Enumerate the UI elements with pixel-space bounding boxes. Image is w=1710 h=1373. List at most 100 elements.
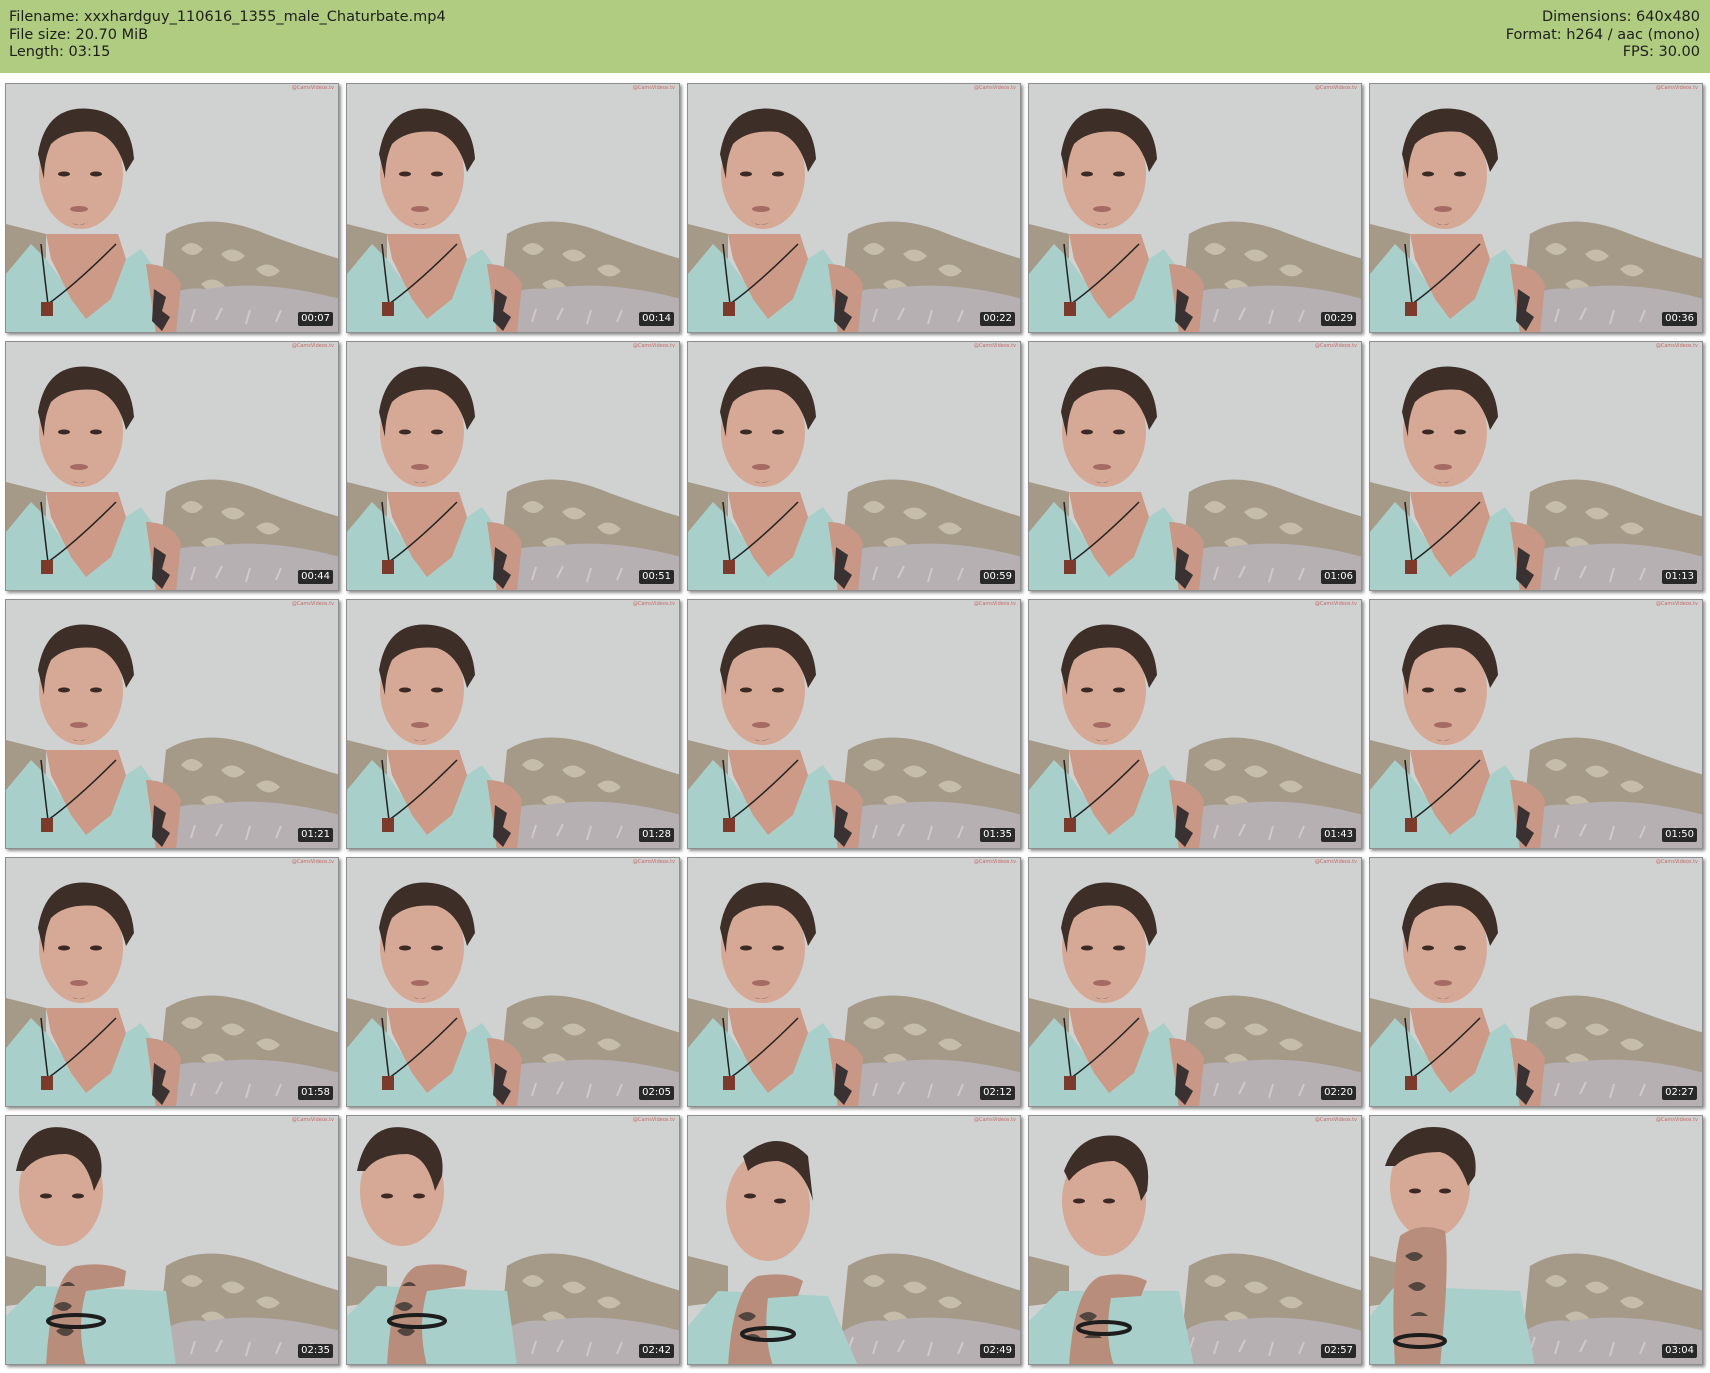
thumbnail-timestamp: 00:29: [1321, 312, 1356, 326]
thumbnail-timestamp: 00:51: [639, 570, 674, 584]
thumbnail-frame-image: [6, 600, 338, 848]
header-right-info: Dimensions: 640x480 Format: h264 / aac (…: [1506, 9, 1700, 62]
watermark-text: @CamsVideos.tv: [1314, 343, 1357, 349]
thumbnail-frame-image: [347, 84, 679, 332]
watermark-text: @CamsVideos.tv: [973, 343, 1016, 349]
watermark-text: @CamsVideos.tv: [1655, 85, 1698, 91]
thumbnail-timestamp: 00:22: [980, 312, 1015, 326]
video-thumbnail: @CamsVideos.tv 00:59: [687, 341, 1021, 591]
thumbnail-timestamp: 01:43: [1321, 828, 1356, 842]
watermark-text: @CamsVideos.tv: [1314, 859, 1357, 865]
video-thumbnail: @CamsVideos.tv 01:58: [5, 857, 339, 1107]
video-thumbnail: @CamsVideos.tv 00:36: [1369, 83, 1703, 333]
watermark-text: @CamsVideos.tv: [1655, 859, 1698, 865]
thumbnail-frame-image: [347, 1116, 679, 1364]
thumbnail-frame-image: [1029, 600, 1361, 848]
watermark-text: @CamsVideos.tv: [973, 859, 1016, 865]
video-thumbnail: @CamsVideos.tv 02:12: [687, 857, 1021, 1107]
video-thumbnail: @CamsVideos.tv 03:04: [1369, 1115, 1703, 1365]
thumbnail-frame-image: [1370, 858, 1702, 1106]
video-thumbnail: @CamsVideos.tv 02:20: [1028, 857, 1362, 1107]
thumbnail-timestamp: 02:12: [980, 1086, 1015, 1100]
video-thumbnail: @CamsVideos.tv 01:50: [1369, 599, 1703, 849]
thumbnail-timestamp: 00:44: [298, 570, 333, 584]
video-thumbnail: @CamsVideos.tv 00:14: [346, 83, 680, 333]
watermark-text: @CamsVideos.tv: [632, 343, 675, 349]
thumbnail-frame-image: [1370, 84, 1702, 332]
fps-text: FPS: 30.00: [1622, 44, 1700, 60]
thumbnail-timestamp: 00:07: [298, 312, 333, 326]
thumbnail-frame-image: [688, 600, 1020, 848]
watermark-text: @CamsVideos.tv: [1314, 85, 1357, 91]
video-thumbnail: @CamsVideos.tv 02:49: [687, 1115, 1021, 1365]
watermark-text: @CamsVideos.tv: [291, 1117, 334, 1123]
filesize-text: File size: 20.70 MiB: [9, 26, 149, 43]
thumbnail-frame-image: [347, 342, 679, 590]
watermark-text: @CamsVideos.tv: [1314, 1117, 1357, 1123]
watermark-text: @CamsVideos.tv: [632, 601, 675, 607]
video-thumbnail: @CamsVideos.tv 02:27: [1369, 857, 1703, 1107]
thumbnail-frame-image: [1029, 84, 1361, 332]
video-thumbnail: @CamsVideos.tv 00:29: [1028, 83, 1362, 333]
watermark-text: @CamsVideos.tv: [632, 85, 675, 91]
watermark-text: @CamsVideos.tv: [632, 859, 675, 865]
thumbnail-timestamp: 02:35: [298, 1344, 333, 1358]
thumbnail-timestamp: 01:35: [980, 828, 1015, 842]
watermark-text: @CamsVideos.tv: [632, 1117, 675, 1123]
video-thumbnail: @CamsVideos.tv 02:57: [1028, 1115, 1362, 1365]
video-thumbnail: @CamsVideos.tv 01:21: [5, 599, 339, 849]
watermark-text: @CamsVideos.tv: [973, 1117, 1016, 1123]
header-left-info: Filename: xxxhardguy_110616_1355_male_Ch…: [9, 9, 446, 62]
watermark-text: @CamsVideos.tv: [973, 85, 1016, 91]
thumbnail-timestamp: 02:57: [1321, 1344, 1356, 1358]
thumbnail-timestamp: 02:42: [639, 1344, 674, 1358]
video-thumbnail: @CamsVideos.tv 00:44: [5, 341, 339, 591]
thumbnail-timestamp: 02:49: [980, 1344, 1015, 1358]
video-thumbnail: @CamsVideos.tv 01:13: [1369, 341, 1703, 591]
format-text: Format: h264 / aac (mono): [1505, 26, 1700, 43]
watermark-text: @CamsVideos.tv: [1655, 601, 1698, 607]
thumbnail-frame-image: [688, 858, 1020, 1106]
thumbnail-timestamp: 03:04: [1662, 1344, 1697, 1358]
thumbnail-grid: @CamsVideos.tv 00:07 @CamsVideos.tv 00:14 @C…: [0, 82, 1710, 1373]
filename-text: Filename: xxxhardguy_110616_1355_male_Ch…: [9, 9, 446, 25]
watermark-text: @CamsVideos.tv: [973, 601, 1016, 607]
watermark-text: @CamsVideos.tv: [1655, 1117, 1698, 1123]
thumbnail-timestamp: 01:13: [1662, 570, 1697, 584]
video-info-header: Filename: xxxhardguy_110616_1355_male_Ch…: [0, 0, 1710, 73]
video-thumbnail: @CamsVideos.tv 00:22: [687, 83, 1021, 333]
video-thumbnail: @CamsVideos.tv 02:05: [346, 857, 680, 1107]
length-text: Length: 03:15: [9, 44, 111, 60]
video-thumbnail: @CamsVideos.tv 00:07: [5, 83, 339, 333]
thumbnail-frame-image: [1029, 1116, 1361, 1364]
thumbnail-frame-image: [347, 858, 679, 1106]
thumbnail-timestamp: 01:58: [298, 1086, 333, 1100]
video-thumbnail: @CamsVideos.tv 01:06: [1028, 341, 1362, 591]
thumbnail-timestamp: 00:14: [639, 312, 674, 326]
thumbnail-frame-image: [1029, 858, 1361, 1106]
thumbnail-timestamp: 01:06: [1321, 570, 1356, 584]
thumbnail-frame-image: [6, 1116, 338, 1364]
thumbnail-frame-image: [1370, 1116, 1702, 1364]
thumbnail-timestamp: 02:27: [1662, 1086, 1697, 1100]
thumbnail-frame-image: [1370, 342, 1702, 590]
video-thumbnail: @CamsVideos.tv 01:43: [1028, 599, 1362, 849]
thumbnail-frame-image: [688, 84, 1020, 332]
thumbnail-timestamp: 02:20: [1321, 1086, 1356, 1100]
thumbnail-frame-image: [1029, 342, 1361, 590]
video-thumbnail: @CamsVideos.tv 01:35: [687, 599, 1021, 849]
thumbnail-timestamp: 00:36: [1662, 312, 1697, 326]
thumbnail-timestamp: 02:05: [639, 1086, 674, 1100]
thumbnail-frame-image: [688, 342, 1020, 590]
thumbnail-timestamp: 01:28: [639, 828, 674, 842]
watermark-text: @CamsVideos.tv: [1655, 343, 1698, 349]
watermark-text: @CamsVideos.tv: [291, 859, 334, 865]
thumbnail-frame-image: [347, 600, 679, 848]
video-thumbnail: @CamsVideos.tv 02:42: [346, 1115, 680, 1365]
video-thumbnail: @CamsVideos.tv 01:28: [346, 599, 680, 849]
watermark-text: @CamsVideos.tv: [291, 343, 334, 349]
thumbnail-frame-image: [688, 1116, 1020, 1364]
video-thumbnail: @CamsVideos.tv 02:35: [5, 1115, 339, 1365]
thumbnail-timestamp: 01:50: [1662, 828, 1697, 842]
thumbnail-timestamp: 00:59: [980, 570, 1015, 584]
